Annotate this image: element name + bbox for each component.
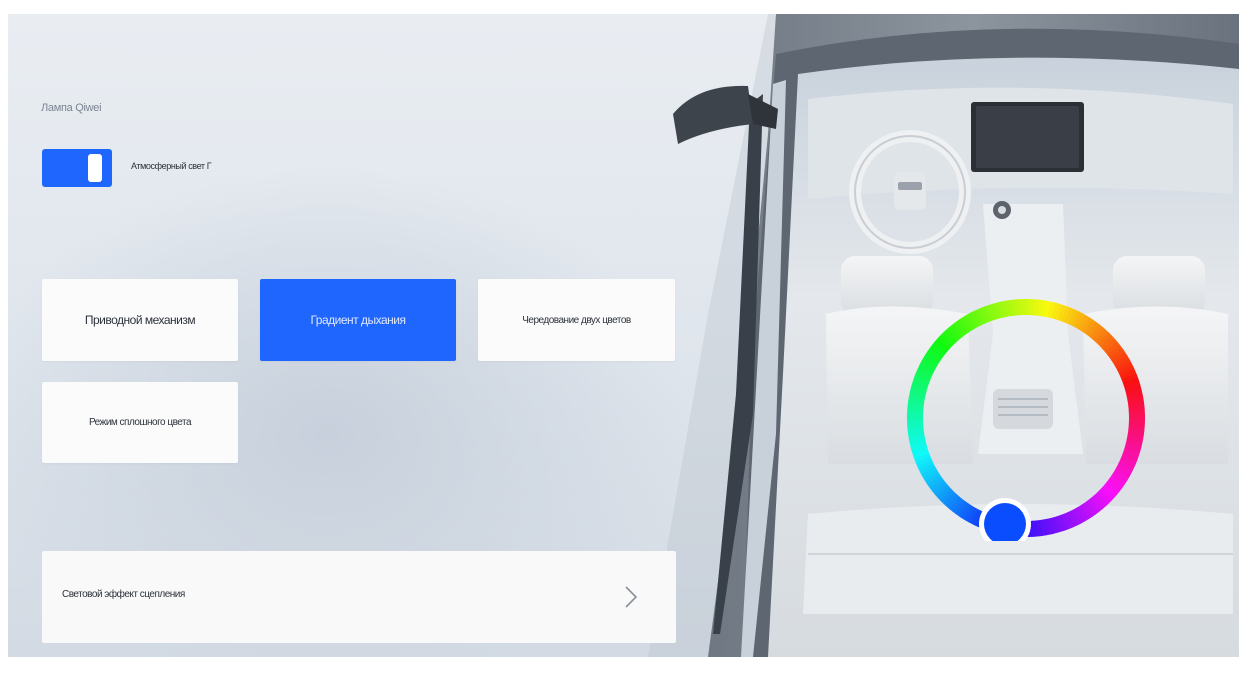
toggle-knob: [88, 154, 102, 182]
lighting-settings-screen: Лампа Qiwei Атмосферный свет Г Приводной…: [8, 14, 1239, 657]
chevron-right-icon: [625, 586, 638, 608]
color-wheel-ring[interactable]: [907, 299, 1146, 538]
ambient-light-toggle[interactable]: [42, 149, 112, 187]
mode-solid-color-button[interactable]: Режим сплошного цвета: [42, 382, 238, 463]
ambient-light-label: Атмосферный свет Г: [131, 161, 212, 171]
clutch-light-effect-label: Световой эффект сцепления: [62, 589, 185, 600]
mode-two-color-alternation-button[interactable]: Чередование двух цветов: [478, 279, 675, 361]
mode-drive-mechanism-button[interactable]: Приводной механизм: [42, 279, 238, 361]
mode-breathing-gradient-button[interactable]: Градиент дыхания: [260, 279, 456, 361]
color-wheel[interactable]: [903, 295, 1149, 541]
clutch-light-effect-row[interactable]: Световой эффект сцепления: [42, 551, 676, 643]
section-title: Лампа Qiwei: [41, 102, 102, 114]
